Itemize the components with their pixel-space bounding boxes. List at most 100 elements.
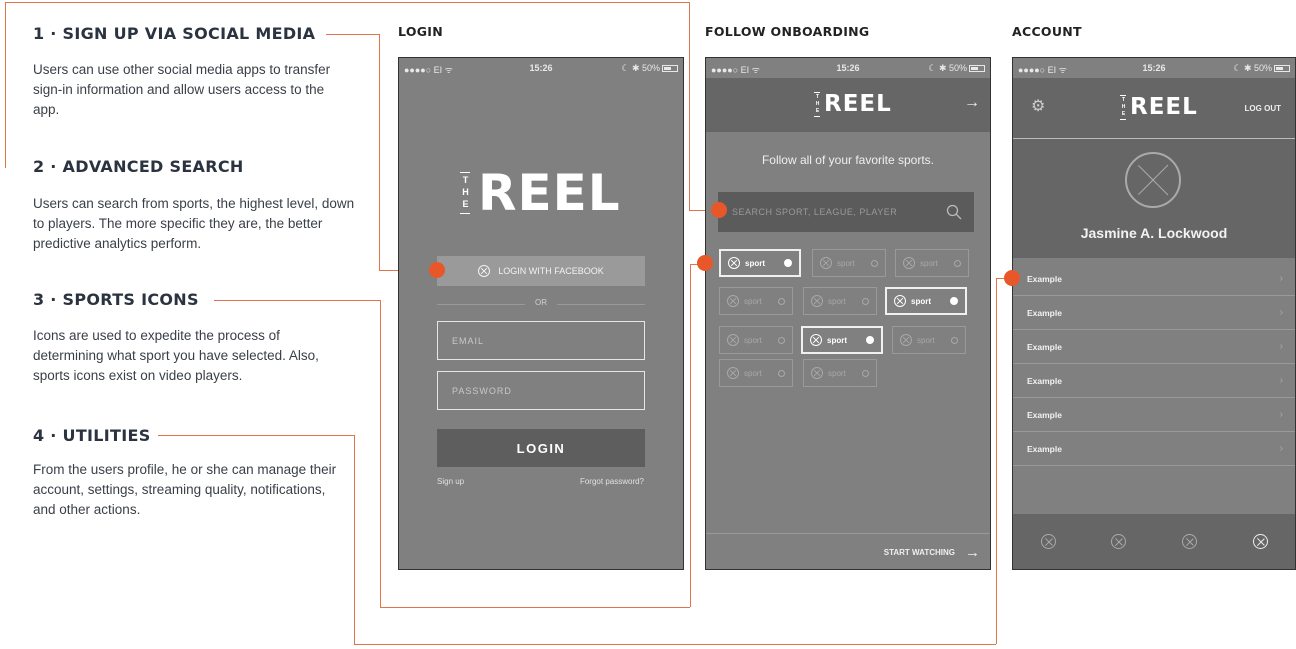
- onboarding-title: Follow all of your favorite sports.: [761, 153, 935, 167]
- account-menu-item[interactable]: Example ›: [1013, 432, 1295, 466]
- annotation-title: 1 · SIGN UP VIA SOCIAL MEDIA: [33, 24, 316, 43]
- account-menu-item[interactable]: Example ›: [1013, 398, 1295, 432]
- column-heading-account: ACCOUNT: [1012, 24, 1082, 39]
- status-bar: ●●●●○ EI ᯤ 15:26 ☾ ✱ 50%: [1013, 58, 1295, 78]
- onboarding-bottom-bar: START WATCHING →: [706, 533, 990, 569]
- sport-chip-label: sport: [911, 296, 931, 306]
- sport-chip-label: sport: [828, 296, 846, 306]
- marker-dot-utilities: [1004, 270, 1020, 286]
- battery-icon: [969, 65, 985, 73]
- menu-item-label: Example: [1027, 341, 1062, 352]
- chevron-right-icon: ›: [1279, 443, 1283, 454]
- sport-chip[interactable]: sport: [892, 326, 966, 354]
- tab-icon-4-active[interactable]: [1253, 534, 1268, 549]
- logout-button[interactable]: LOG OUT: [1245, 104, 1281, 113]
- selection-dot-icon: [954, 259, 961, 267]
- logo-the: THE: [460, 172, 471, 214]
- account-menu-item[interactable]: Example ›: [1013, 262, 1295, 296]
- sport-icon: [820, 257, 832, 269]
- selection-dot-icon: [951, 336, 958, 344]
- sport-chip[interactable]: sport: [719, 359, 793, 387]
- battery-text: ☾ ✱ 50%: [1233, 63, 1272, 73]
- sport-chip[interactable]: sport: [719, 326, 793, 354]
- sport-chip-label: sport: [827, 335, 847, 345]
- reel-logo: THE REEL: [1120, 94, 1198, 120]
- start-watching-button[interactable]: START WATCHING →: [884, 544, 980, 561]
- column-heading-onboarding: FOLLOW ONBOARDING: [705, 24, 870, 39]
- reel-logo: THE REEL: [460, 164, 621, 222]
- sport-chip[interactable]: sport: [719, 287, 793, 315]
- logo-the-text: THE: [1120, 96, 1127, 118]
- chevron-right-icon: ›: [1279, 409, 1283, 420]
- battery-icon: [662, 65, 678, 73]
- account-menu-item[interactable]: Example ›: [1013, 330, 1295, 364]
- or-text: OR: [525, 298, 557, 307]
- chevron-right-icon: ›: [1279, 273, 1283, 284]
- email-placeholder: EMAIL: [452, 335, 485, 346]
- menu-item-label: Example: [1027, 409, 1062, 420]
- sport-chip-label: sport: [828, 368, 846, 378]
- account-menu-item[interactable]: Example ›: [1013, 296, 1295, 330]
- marker-dot-search: [711, 202, 727, 218]
- sport-icon: [903, 257, 915, 269]
- next-arrow-icon[interactable]: →: [964, 94, 980, 112]
- forgot-password-link[interactable]: Forgot password?: [580, 477, 644, 486]
- reel-logo: THE REEL: [814, 91, 892, 117]
- header-divider: [1013, 138, 1295, 139]
- battery-text: ☾ ✱ 50%: [928, 63, 967, 73]
- logo-reel: REEL: [1130, 94, 1198, 120]
- settings-gear-icon[interactable]: ⚙: [1031, 96, 1045, 116]
- arrow-right-icon: →: [965, 544, 980, 561]
- selection-dot-icon: [778, 369, 785, 377]
- search-icon[interactable]: [946, 204, 962, 220]
- login-facebook-button[interactable]: LOGIN WITH FACEBOOK: [437, 256, 645, 286]
- sport-chip[interactable]: sport: [885, 287, 967, 315]
- facebook-icon: [478, 265, 491, 277]
- selection-dot-icon: [784, 259, 792, 267]
- tab-icon-3[interactable]: [1182, 534, 1197, 549]
- login-button[interactable]: LOGIN: [437, 429, 645, 467]
- account-menu-item[interactable]: Example ›: [1013, 364, 1295, 398]
- sport-icon: [728, 257, 740, 269]
- account-name: Jasmine A. Lockwood: [1080, 225, 1228, 241]
- marker-dot-sports: [697, 255, 713, 271]
- logo-the-text: THE: [460, 175, 471, 211]
- sport-search-input[interactable]: SEARCH SPORT, LEAGUE, PLAYER: [718, 192, 974, 232]
- account-phone-screen: ⚙ THE REEL LOG OUT ●●●●○ EI ᯤ 15:26 ☾ ✱ …: [1012, 57, 1296, 570]
- sport-chip-label: sport: [744, 368, 762, 378]
- selection-dot-icon: [950, 297, 958, 305]
- sport-chip[interactable]: sport: [801, 326, 883, 354]
- selection-dot-icon: [778, 297, 785, 305]
- sport-chip[interactable]: sport: [803, 359, 877, 387]
- menu-item-label: Example: [1027, 443, 1062, 454]
- logo-reel: REEL: [478, 164, 621, 222]
- battery-status: ☾ ✱ 50%: [1233, 63, 1290, 74]
- search-placeholder: SEARCH SPORT, LEAGUE, PLAYER: [732, 207, 898, 217]
- sport-icon: [811, 367, 823, 379]
- selection-dot-icon: [862, 297, 869, 305]
- sport-chip[interactable]: sport: [812, 249, 886, 277]
- sport-chip[interactable]: sport: [803, 287, 877, 315]
- sport-chip-label: sport: [920, 258, 938, 268]
- logo-the: THE: [814, 91, 821, 117]
- password-placeholder: PASSWORD: [452, 385, 512, 396]
- password-field[interactable]: PASSWORD: [437, 371, 645, 410]
- sport-chip[interactable]: sport: [719, 249, 801, 277]
- sport-icon: [810, 334, 822, 346]
- menu-item-label: Example: [1027, 307, 1062, 318]
- chevron-right-icon: ›: [1279, 341, 1283, 352]
- sport-icon: [894, 295, 906, 307]
- marker-dot-facebook: [429, 262, 445, 278]
- tab-icon-1[interactable]: [1041, 534, 1056, 549]
- sport-icon: [727, 295, 739, 307]
- tab-icon-2[interactable]: [1111, 534, 1126, 549]
- logo-the-text: THE: [814, 93, 821, 115]
- sport-chip[interactable]: sport: [895, 249, 969, 277]
- sport-icon: [727, 367, 739, 379]
- avatar[interactable]: [1125, 152, 1181, 208]
- login-phone-screen: ●●●●○ EI ᯤ 15:26 ☾ ✱ 50% THE REEL LOGIN …: [398, 57, 684, 570]
- battery-icon: [1274, 65, 1290, 73]
- sport-icon: [811, 295, 823, 307]
- email-field[interactable]: EMAIL: [437, 321, 645, 360]
- sign-up-link[interactable]: Sign up: [437, 477, 464, 486]
